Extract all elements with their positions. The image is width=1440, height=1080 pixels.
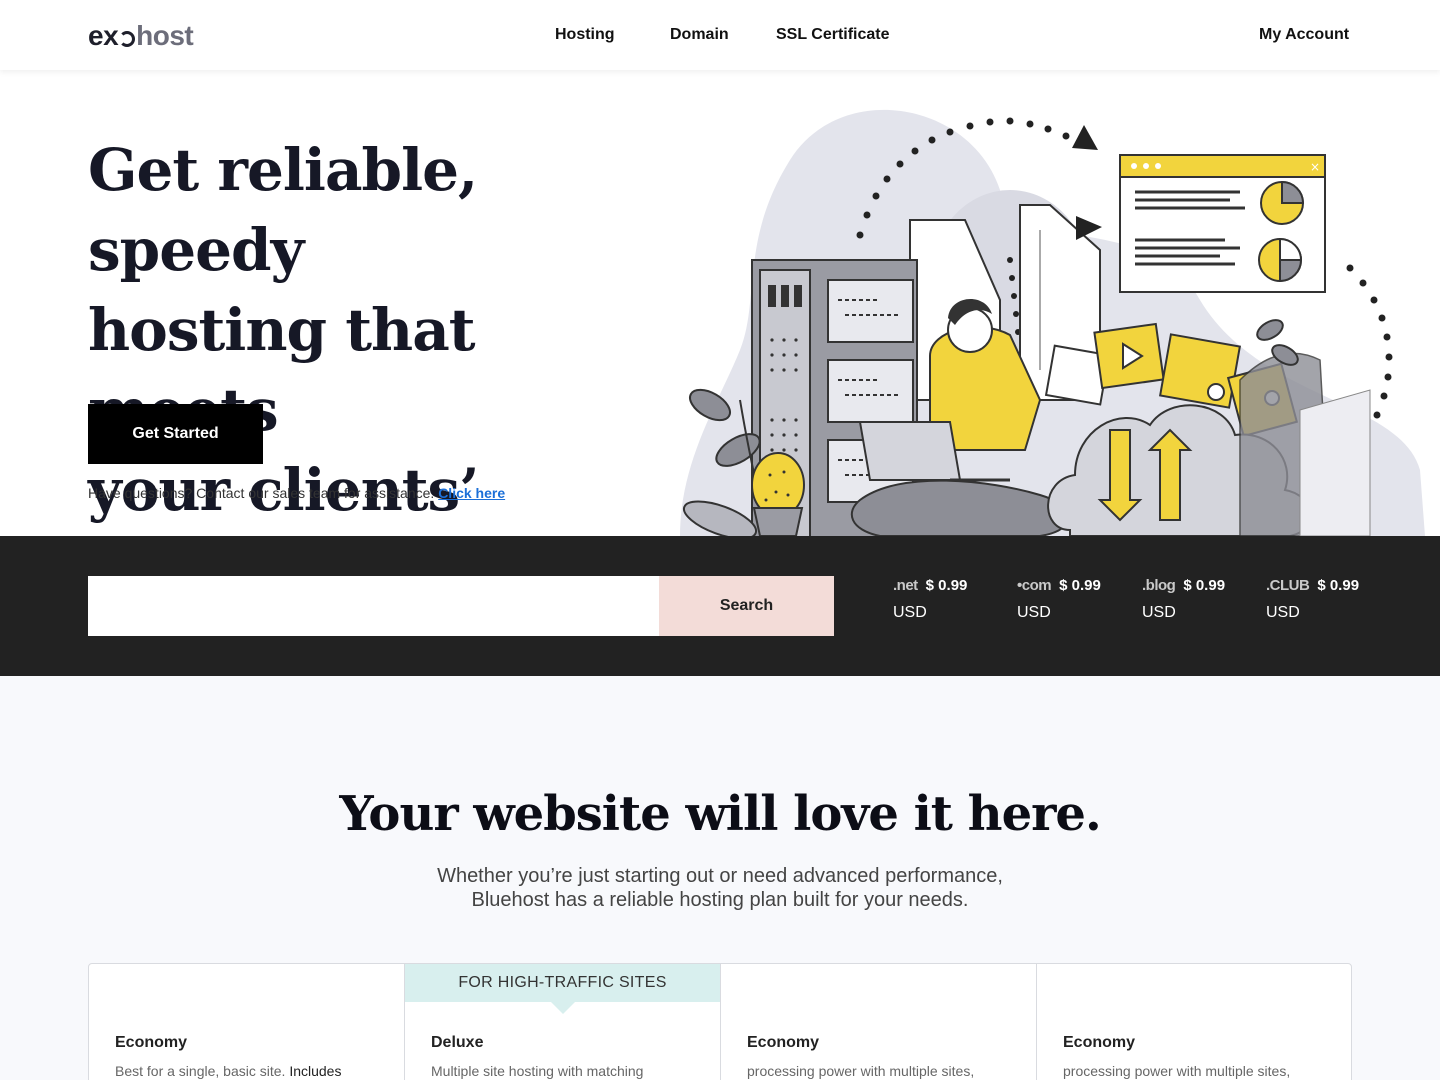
tld-name: •com <box>1017 576 1052 594</box>
logo-mark-icon <box>119 31 136 47</box>
tld-currency: USD <box>893 604 927 621</box>
domain-search-band: Search .net $ 0.99 USD •com $ 0.99 USD .bl… <box>0 536 1440 676</box>
plan-card[interactable]: Economy processing power with multiple s… <box>1037 964 1351 1080</box>
plan-description: Best for a single, basic site. Includes <box>115 1063 341 1079</box>
section-subtitle: Whether you’re just starting out or need… <box>370 864 1070 912</box>
get-started-button[interactable]: Get Started <box>88 404 263 464</box>
plan-description: processing power with multiple sites, <box>1063 1063 1291 1079</box>
tld-price: $ 0.99 <box>1059 576 1101 594</box>
domain-search-input[interactable] <box>88 576 659 636</box>
nav-my-account[interactable]: My Account <box>1259 26 1349 44</box>
hero-title: Get reliable, speedy hosting that meets … <box>88 130 668 536</box>
hosting-illustration: × <box>680 109 1425 536</box>
logo-text-right: host <box>136 20 194 51</box>
section-subtitle-line-1: Whether you’re just starting out or need… <box>437 865 1003 887</box>
plan-description: processing power with multiple sites, <box>747 1063 975 1079</box>
tld-price: $ 0.99 <box>1317 576 1360 594</box>
hero-contact-note: Have questions? Contact our sales team f… <box>88 485 505 501</box>
plan-name: Economy <box>747 1034 820 1051</box>
tld-price: $ 0.99 <box>1183 576 1226 594</box>
plan-card[interactable]: Economy processing power with multiple s… <box>721 964 1037 1080</box>
tld-name: .blog <box>1142 576 1176 594</box>
plan-badge: FOR HIGH-TRAFFIC SITES <box>405 964 720 1002</box>
plan-badge-pointer <box>550 1002 575 1014</box>
plan-description-strong: Includes <box>289 1063 342 1079</box>
section-subtitle-line-2: Bluehost has a reliable hosting plan bui… <box>471 889 969 911</box>
plan-card[interactable]: Economy Best for a single, basic site. I… <box>89 964 405 1080</box>
tld-currency: USD <box>1266 604 1300 621</box>
plan-name: Deluxe <box>431 1034 484 1051</box>
logo-text-left: ex <box>88 20 119 51</box>
nav-domain[interactable]: Domain <box>670 26 729 44</box>
tld-price-net: .net $ 0.99 USD <box>893 576 967 622</box>
plans-grid: Economy Best for a single, basic site. I… <box>88 963 1352 1080</box>
click-here-link[interactable]: Click here <box>438 485 505 501</box>
site-header: ex host Hosting Domain SSL Certificate My… <box>0 0 1440 70</box>
svg-text:×: × <box>1310 160 1320 174</box>
plan-card-featured[interactable]: FOR HIGH-TRAFFIC SITES Deluxe Multiple s… <box>405 964 721 1080</box>
plan-description: Multiple site hosting with matching <box>431 1063 644 1079</box>
hero-note-text: Have questions? Contact our sales team f… <box>88 485 435 501</box>
tld-price-blog: .blog $ 0.99 USD <box>1142 576 1225 622</box>
search-button[interactable]: Search <box>659 576 834 636</box>
tld-currency: USD <box>1017 604 1051 621</box>
plan-name: Economy <box>1063 1034 1136 1051</box>
hero-title-line-1: Get reliable, speedy <box>88 136 478 284</box>
tld-price: $ 0.99 <box>925 576 968 594</box>
nav-ssl-certificate[interactable]: SSL Certificate <box>776 26 890 44</box>
tld-price-com: •com $ 0.99 USD <box>1017 576 1101 622</box>
tld-name: .net <box>893 576 918 594</box>
tld-currency: USD <box>1142 604 1176 621</box>
logo[interactable]: ex host <box>88 20 194 52</box>
hero-section: Get reliable, speedy hosting that meets … <box>0 70 1440 536</box>
tld-price-club: .CLUB $ 0.99 USD <box>1266 576 1359 622</box>
nav-hosting[interactable]: Hosting <box>555 26 615 44</box>
section-title: Your website will love it here. <box>339 786 1101 842</box>
plan-name: Economy <box>115 1034 188 1051</box>
tld-name: .CLUB <box>1266 576 1310 594</box>
plan-description-text: Best for a single, basic site. <box>115 1063 286 1079</box>
